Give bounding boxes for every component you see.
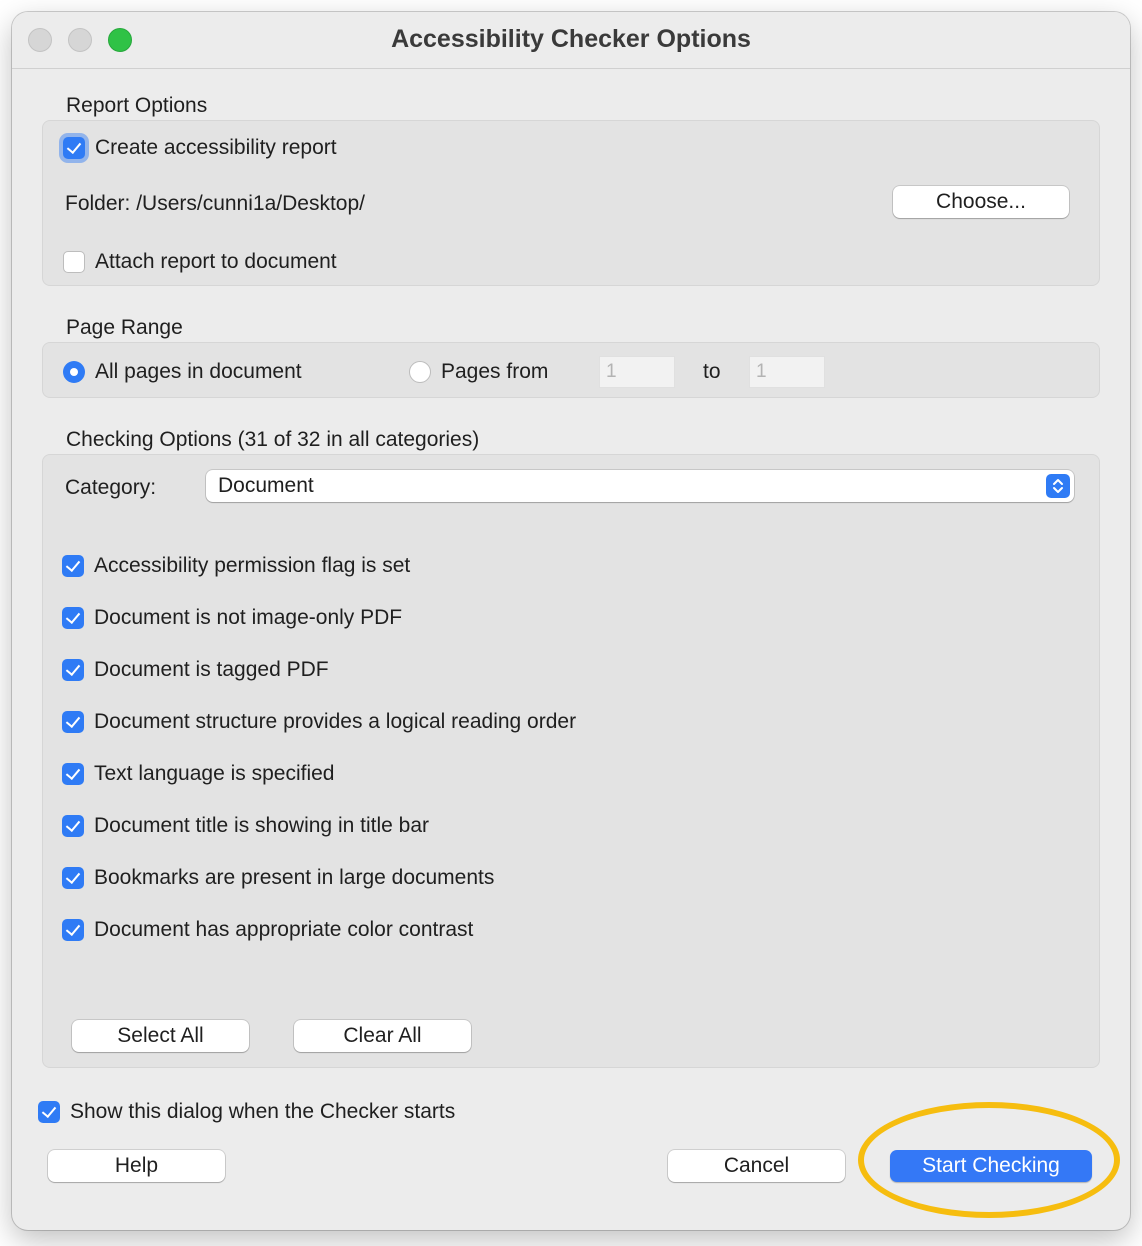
folder-path: Folder: /Users/cunni1a/Desktop/ bbox=[65, 192, 365, 215]
check-item-checkbox[interactable] bbox=[62, 555, 84, 577]
attach-report-checkbox[interactable] bbox=[63, 251, 85, 273]
select-all-button[interactable]: Select All bbox=[72, 1020, 249, 1052]
dialog-title: Accessibility Checker Options bbox=[391, 25, 751, 53]
all-pages-radio[interactable] bbox=[63, 361, 85, 383]
check-item-label[interactable]: Document title is showing in title bar bbox=[94, 814, 429, 838]
check-item-checkbox[interactable] bbox=[62, 919, 84, 941]
check-item-label[interactable]: Bookmarks are present in large documents bbox=[94, 866, 494, 890]
check-item-label[interactable]: Document structure provides a logical re… bbox=[94, 710, 576, 734]
page-range-heading: Page Range bbox=[66, 316, 183, 339]
pages-from-radio[interactable] bbox=[409, 361, 431, 383]
check-item-label[interactable]: Text language is specified bbox=[94, 762, 335, 786]
report-options-group: Create accessibility report Folder: /Use… bbox=[42, 120, 1100, 286]
checking-options-group: Category: bbox=[42, 454, 1100, 1068]
checking-options-heading: Checking Options (31 of 32 in all catego… bbox=[66, 428, 480, 451]
create-report-checkbox[interactable] bbox=[63, 137, 85, 159]
check-item-label[interactable]: Document is tagged PDF bbox=[94, 658, 329, 682]
pages-from-label[interactable]: Pages from bbox=[441, 360, 548, 384]
check-item-checkbox[interactable] bbox=[62, 815, 84, 837]
to-label: to bbox=[703, 360, 721, 383]
accessibility-checker-dialog: Accessibility Checker Options Report Opt… bbox=[12, 12, 1130, 1230]
check-item-label[interactable]: Accessibility permission flag is set bbox=[94, 554, 410, 578]
page-to-input[interactable]: 1 bbox=[749, 356, 825, 388]
help-button[interactable]: Help bbox=[48, 1150, 225, 1182]
clear-all-button[interactable]: Clear All bbox=[294, 1020, 471, 1052]
choose-folder-button[interactable]: Choose... bbox=[893, 186, 1069, 218]
check-item-checkbox[interactable] bbox=[62, 867, 84, 889]
report-options-heading: Report Options bbox=[66, 94, 208, 117]
check-item-label[interactable]: Document has appropriate color contrast bbox=[94, 918, 473, 942]
page-from-input[interactable]: 1 bbox=[599, 356, 675, 388]
check-item-checkbox[interactable] bbox=[62, 711, 84, 733]
show-dialog-checkbox[interactable] bbox=[38, 1101, 60, 1123]
check-item-checkbox[interactable] bbox=[62, 763, 84, 785]
category-label: Category: bbox=[65, 476, 157, 499]
attach-report-label[interactable]: Attach report to document bbox=[95, 250, 337, 274]
all-pages-label[interactable]: All pages in document bbox=[95, 360, 302, 384]
check-item-checkbox[interactable] bbox=[62, 607, 84, 629]
category-selected-value: Document bbox=[218, 474, 314, 497]
category-select[interactable]: Document bbox=[206, 470, 1074, 502]
create-report-label[interactable]: Create accessibility report bbox=[95, 136, 337, 160]
show-dialog-label[interactable]: Show this dialog when the Checker starts bbox=[70, 1100, 455, 1124]
highlight-annotation bbox=[858, 1102, 1120, 1218]
up-down-chevron-icon bbox=[1046, 474, 1070, 498]
page-range-group: All pages in document Pages from 1 to 1 bbox=[42, 342, 1100, 398]
cancel-button[interactable]: Cancel bbox=[668, 1150, 845, 1182]
check-item-checkbox[interactable] bbox=[62, 659, 84, 681]
title-bar: Accessibility Checker Options bbox=[12, 12, 1130, 69]
check-item-label[interactable]: Document is not image-only PDF bbox=[94, 606, 402, 630]
